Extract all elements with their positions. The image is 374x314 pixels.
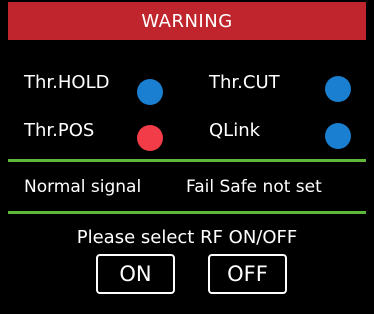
divider-bottom [8,211,366,214]
rf-off-button[interactable]: OFF [208,254,287,294]
rf-on-button[interactable]: ON [96,254,175,294]
throttle-hold-label: Thr.HOLD [24,72,110,93]
rf-prompt: Please select RF ON/OFF [76,227,298,248]
throttle-hold-indicator-icon [137,79,163,105]
signal-status: Normal signal [24,177,142,197]
throttle-position-label: Thr.POS [24,120,95,141]
throttle-cut-indicator-icon [325,76,351,102]
qlink-label: QLink [209,120,261,141]
rf-on-label: ON [119,262,152,286]
warning-header: WARNING [8,2,366,40]
divider-top [8,159,366,162]
failsafe-status: Fail Safe not set [186,177,322,197]
throttle-cut-label: Thr.CUT [209,72,280,93]
warning-title: WARNING [141,10,233,32]
throttle-position-indicator-icon [137,125,163,151]
qlink-indicator-icon [325,123,351,149]
rf-off-label: OFF [227,262,268,286]
